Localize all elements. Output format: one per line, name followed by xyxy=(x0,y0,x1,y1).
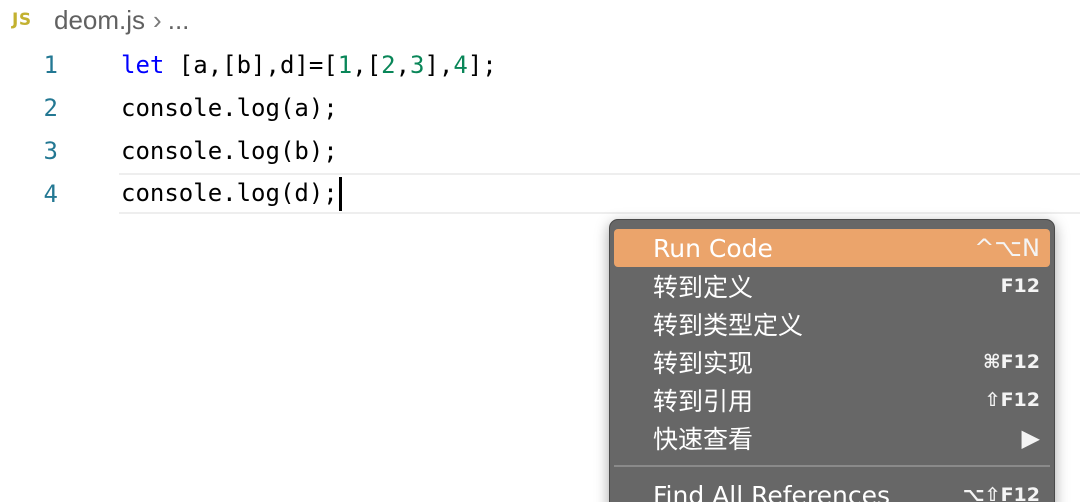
menu-item-shortcut: ^⌥N xyxy=(974,234,1040,262)
breadcrumb-file[interactable]: deom.js xyxy=(54,5,145,36)
code-token: , xyxy=(395,50,411,79)
menu-item-peek[interactable]: 快速查看 ▶ xyxy=(614,419,1050,457)
number-token: 1 xyxy=(337,50,353,79)
menu-item-go-to-definition[interactable]: 转到定义 F12 xyxy=(614,267,1050,305)
code-text[interactable]: console.log(a); xyxy=(121,94,338,122)
menu-item-go-to-references[interactable]: 转到引用 ⇧F12 xyxy=(614,381,1050,419)
code-editor[interactable]: 1 let [a,[b],d]=[1,[2,3],4]; 2 console.l… xyxy=(0,43,1080,215)
menu-item-label: 快速查看 xyxy=(653,425,754,454)
line-number: 1 xyxy=(43,50,58,79)
menu-item-label: 转到定义 xyxy=(653,273,754,302)
menu-item-label: 转到引用 xyxy=(653,387,754,416)
menu-item-go-to-type-definition[interactable]: 转到类型定义 xyxy=(614,305,1050,343)
code-text[interactable]: console.log(d); xyxy=(121,176,342,211)
submenu-arrow-icon: ▶ xyxy=(1021,424,1040,452)
context-menu: Run Code ^⌥N 转到定义 F12 转到类型定义 转到实现 ⌘F12 转… xyxy=(609,219,1055,502)
menu-separator xyxy=(614,465,1050,467)
code-token: ]; xyxy=(467,50,497,79)
code-text[interactable]: console.log(b); xyxy=(121,137,338,165)
line-number: 3 xyxy=(43,136,58,165)
menu-item-shortcut: ⇧F12 xyxy=(984,389,1040,411)
menu-item-label: 转到实现 xyxy=(653,349,754,378)
breadcrumb-ellipsis[interactable]: ... xyxy=(168,5,190,36)
number-token: 4 xyxy=(453,50,468,79)
code-token: ], xyxy=(424,50,454,79)
code-line[interactable]: 3 console.log(b); xyxy=(0,129,1080,172)
number-token: 2 xyxy=(381,50,396,79)
code-line[interactable]: 2 console.log(a); xyxy=(0,86,1080,129)
line-number: 2 xyxy=(43,93,58,122)
menu-item-find-all-references[interactable]: Find All References ⌥⇧F12 xyxy=(614,476,1050,502)
menu-item-shortcut: F12 xyxy=(1000,275,1040,297)
keyword-token: let xyxy=(121,50,165,79)
code-content: console.log(d); xyxy=(121,178,338,207)
menu-item-label: 转到类型定义 xyxy=(653,311,804,340)
code-text[interactable]: let [a,[b],d]=[1,[2,3],4]; xyxy=(121,51,497,79)
code-line[interactable]: 1 let [a,[b],d]=[1,[2,3],4]; xyxy=(0,43,1080,86)
menu-item-go-to-implementation[interactable]: 转到实现 ⌘F12 xyxy=(614,343,1050,381)
line-number: 4 xyxy=(43,179,58,208)
menu-item-shortcut: ⌥⇧F12 xyxy=(962,484,1040,502)
number-token: 3 xyxy=(410,50,425,79)
breadcrumb: JS deom.js › ... xyxy=(0,0,189,40)
code-token: [a,[b],d]=[ xyxy=(164,50,338,79)
menu-item-label: Run Code xyxy=(653,233,773,263)
current-code-line[interactable]: 4 console.log(d); xyxy=(0,172,1080,215)
menu-item-shortcut: ⌘F12 xyxy=(982,351,1040,373)
menu-item-run-code[interactable]: Run Code ^⌥N xyxy=(614,229,1050,267)
chevron-right-icon: › xyxy=(153,4,162,35)
text-cursor xyxy=(338,176,342,211)
code-token: ,[ xyxy=(352,50,382,79)
menu-item-label: Find All References xyxy=(653,480,891,502)
javascript-file-icon: JS xyxy=(12,10,32,30)
